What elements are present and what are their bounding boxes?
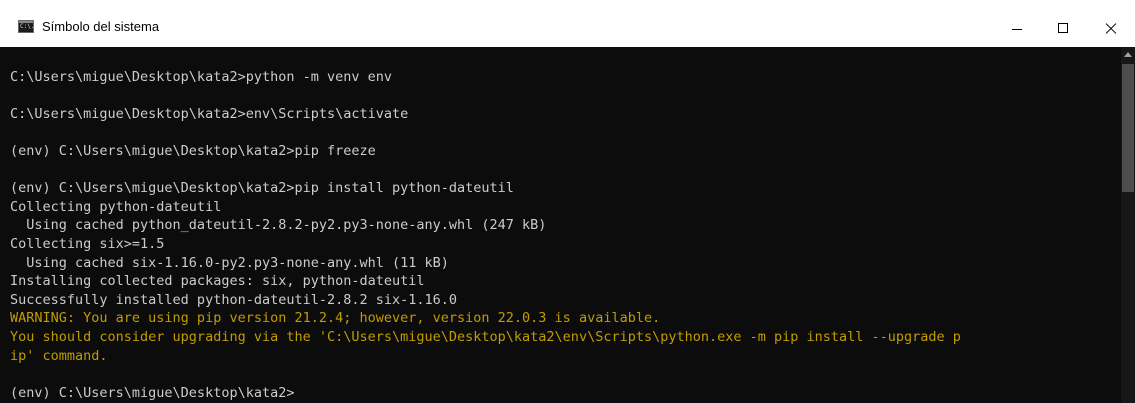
window-title: Símbolo del sistema [42,19,160,34]
title-bar[interactable]: C:\. Símbolo del sistema [0,10,1135,47]
console-line: WARNING: You are using pip version 21.2.… [10,310,661,327]
console-line: C:\Users\migue\Desktop\kata2>python -m v… [10,68,393,85]
cmd-icon-label: C:\. [20,23,35,30]
console-line: (env) C:\Users\migue\Desktop\kata2> [10,384,295,401]
console-line: C:\Users\migue\Desktop\kata2>env\Scripts… [10,105,409,122]
cmd-icon[interactable]: C:\. [18,20,34,33]
scroll-up-icon[interactable] [1124,52,1132,57]
maximize-icon[interactable] [1040,10,1086,47]
minimize-icon[interactable] [994,10,1040,47]
console-line: Successfully installed python-dateutil-2… [10,291,458,308]
vertical-scrollbar[interactable] [1121,47,1135,403]
console-line: Using cached python_dateutil-2.8.2-py2.p… [10,217,547,234]
console-line: Collecting six>=1.5 [10,235,165,252]
console-line: You should consider upgrading via the 'C… [10,328,961,345]
console-line: Collecting python-dateutil [10,198,222,215]
console-line: (env) C:\Users\migue\Desktop\kata2>pip i… [10,180,514,197]
scrollbar-thumb[interactable] [1122,64,1134,192]
console-line: (env) C:\Users\migue\Desktop\kata2>pip f… [10,142,376,159]
console-output[interactable]: C:\Users\migue\Desktop\kata2>python -m v… [10,49,1120,403]
console-line: Using cached six-1.16.0-py2.py3-none-any… [10,254,449,271]
console-line: ip' command. [10,347,108,364]
command-prompt-window: C:\. Símbolo del sistema C:\Users\migue\… [0,10,1135,403]
close-icon[interactable] [1086,10,1135,47]
console-line: Installing collected packages: six, pyth… [10,273,425,290]
